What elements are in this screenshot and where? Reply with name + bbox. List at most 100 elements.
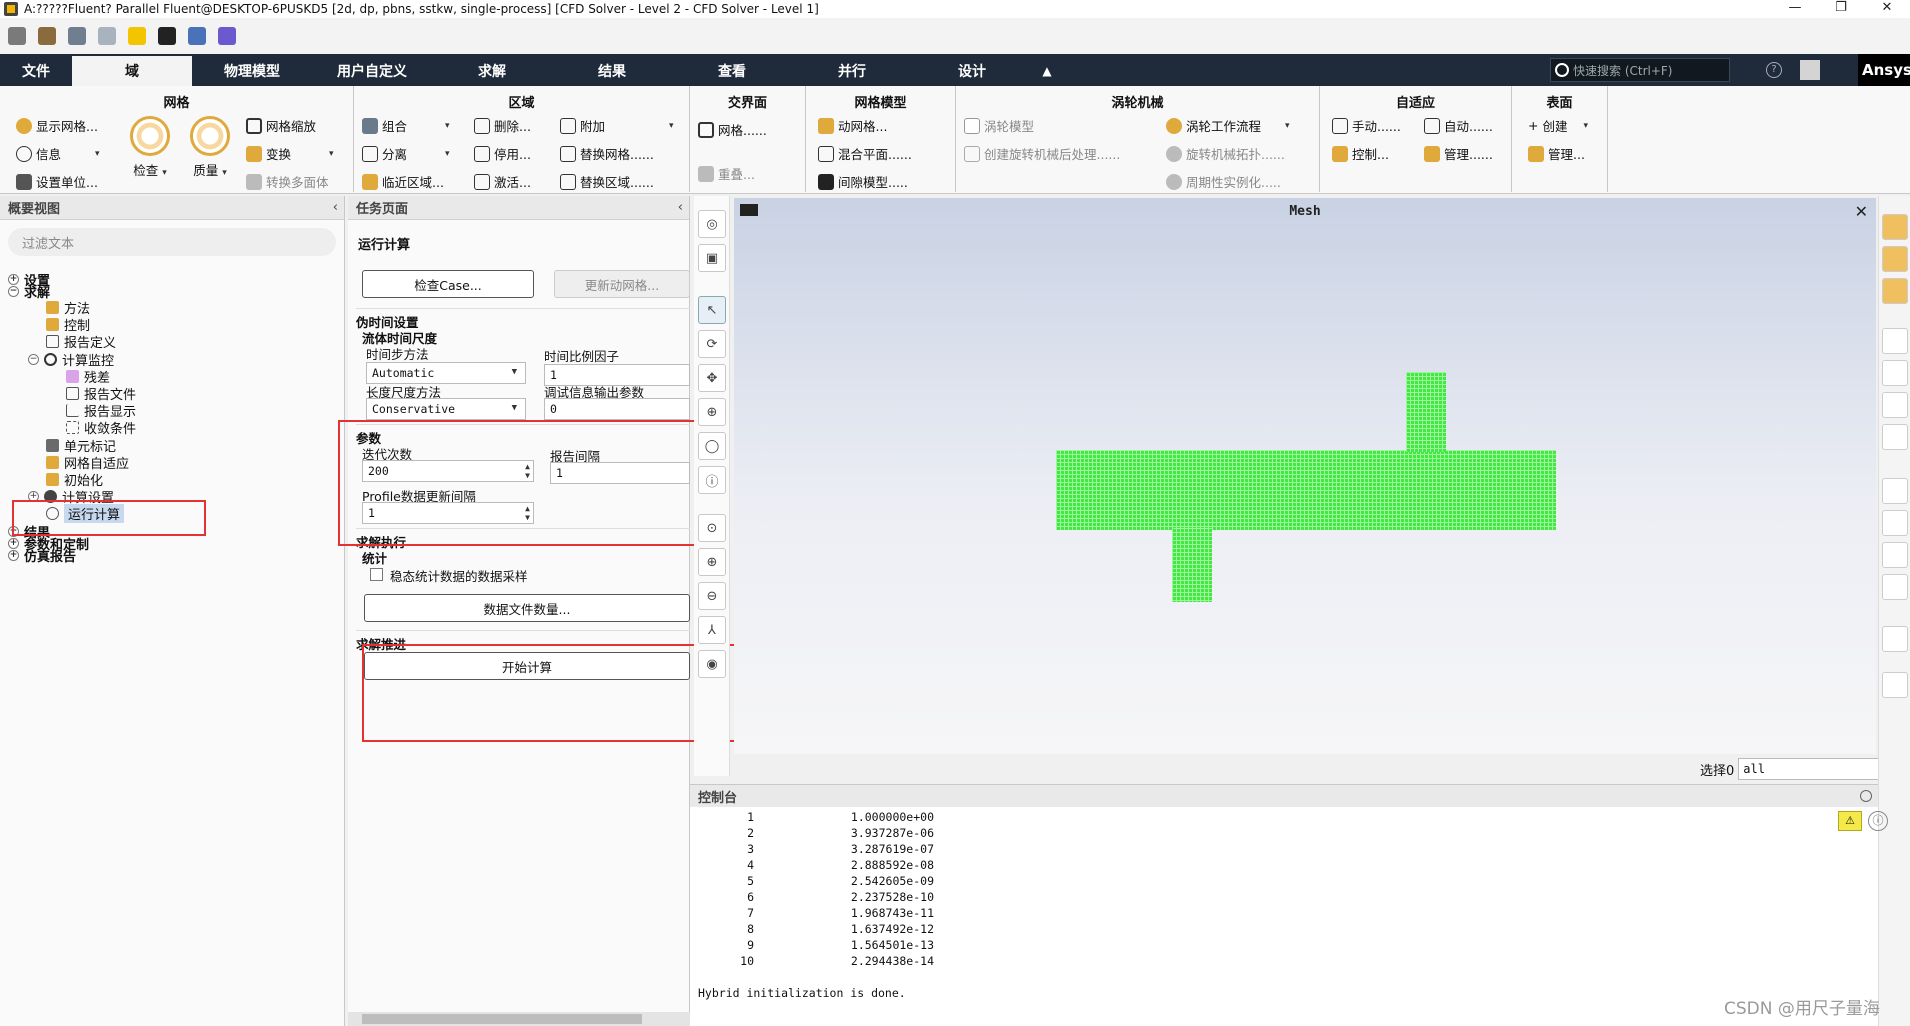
layout-icon[interactable] xyxy=(1882,574,1908,600)
adapt-controls-button[interactable]: 控制... xyxy=(1332,144,1389,163)
show-mesh-button[interactable]: 显示网格... xyxy=(16,116,98,135)
overlap-button[interactable]: 重叠... xyxy=(698,164,755,183)
tab-domain[interactable]: 域 xyxy=(72,56,192,86)
copy-icon[interactable] xyxy=(1882,392,1908,418)
append-button[interactable]: 附加 ▾ xyxy=(560,116,674,135)
axes-icon[interactable]: ⅄ xyxy=(698,616,726,644)
window-icon[interactable] xyxy=(1882,626,1908,652)
data-file-quantities-button[interactable]: 数据文件数量... xyxy=(364,594,690,622)
tab-file[interactable]: 文件 xyxy=(0,56,72,86)
quick-search-input[interactable]: 快速搜索 (Ctrl+F) xyxy=(1550,58,1730,82)
minimize-button[interactable]: — xyxy=(1772,0,1818,16)
tab-physics[interactable]: 物理模型 xyxy=(192,56,312,86)
collapse-icon[interactable]: − xyxy=(8,286,19,297)
selection-dropdown[interactable]: all xyxy=(1738,758,1899,780)
pointer-icon[interactable]: ↖ xyxy=(698,296,726,324)
zoom-area-icon[interactable]: ◯ xyxy=(698,432,726,460)
notes-icon[interactable] xyxy=(1882,542,1908,568)
undo-icon[interactable] xyxy=(1882,424,1908,450)
graphics-window[interactable]: Mesh ✕ xyxy=(734,198,1876,754)
collapse-ribbon-button[interactable]: ▲ xyxy=(1032,56,1062,86)
info-icon[interactable]: ⓘ xyxy=(698,466,726,494)
adapt-manage-button[interactable]: 管理...... xyxy=(1424,144,1493,163)
mixing-plane-button[interactable]: 混合平面...... xyxy=(818,144,912,163)
fit-icon[interactable]: ⊙ xyxy=(698,514,726,542)
pathline-icon[interactable] xyxy=(1882,278,1908,304)
mesh-quality-button[interactable]: 质量 ▾ xyxy=(190,116,230,179)
dynamic-mesh-button[interactable]: 动网格... xyxy=(818,116,887,135)
lightning-icon[interactable] xyxy=(128,27,146,45)
mesh-display-icon[interactable]: ◎ xyxy=(698,210,726,238)
tab-parallel[interactable]: 并行 xyxy=(792,56,912,86)
zoom-icon[interactable]: ⊕ xyxy=(698,398,726,426)
tree-simulation-report[interactable]: + 仿真报告 xyxy=(8,546,76,565)
update-dynamic-mesh-button[interactable]: 更新动网格... xyxy=(554,270,690,298)
replace-mesh-button[interactable]: 替换网格...... xyxy=(560,144,654,163)
remote-icon[interactable] xyxy=(188,27,206,45)
task-horizontal-scrollbar[interactable] xyxy=(348,1012,690,1026)
activate-button[interactable]: 激活... xyxy=(474,172,531,191)
time-step-method-select[interactable]: Automatic ▼ xyxy=(366,362,526,384)
transform-button[interactable]: 变换 ▾ xyxy=(246,144,334,163)
expand-icon[interactable]: + xyxy=(8,550,19,561)
open-icon[interactable] xyxy=(8,27,26,45)
warning-icon[interactable]: ⚠ xyxy=(1838,811,1862,831)
tree-report-definitions[interactable]: 报告定义 xyxy=(46,332,116,351)
collapse-icon[interactable]: − xyxy=(28,354,39,365)
console-output[interactable]: 1 1.000000e+00 2 3.937287e-06 3 3.287619e-07 4… xyxy=(690,807,1878,1003)
turbo-model-checkbox[interactable]: 涡轮模型 xyxy=(964,116,1034,135)
tab-solution[interactable]: 求解 xyxy=(432,56,552,86)
close-graphics-button[interactable]: ✕ xyxy=(1855,202,1868,221)
tree-solution[interactable]: − 求解 xyxy=(8,282,50,301)
scrollbar-thumb[interactable] xyxy=(362,1014,642,1024)
maximize-button[interactable]: ❐ xyxy=(1818,0,1864,16)
turbo-postprocess-button[interactable]: 创建旋转机械后处理...... xyxy=(964,144,1120,163)
tab-view[interactable]: 查看 xyxy=(672,56,792,86)
combine-button[interactable]: 组合 ▾ xyxy=(362,116,450,135)
tree-convergence[interactable]: 收敛条件 xyxy=(66,418,136,437)
data-sampling-checkbox[interactable] xyxy=(370,568,383,581)
close-button[interactable]: ✕ xyxy=(1864,0,1910,16)
verbosity-input[interactable]: 0 xyxy=(544,398,690,420)
save-icon[interactable] xyxy=(68,27,86,45)
set-units-button[interactable]: 设置单位... xyxy=(16,172,98,191)
turbo-topology-button[interactable]: 旋转机械拓扑...... xyxy=(1166,144,1285,163)
filter-input[interactable]: 过滤文本 xyxy=(8,228,336,256)
vector-icon[interactable] xyxy=(1882,246,1908,272)
check-mesh-button[interactable]: 检查 ▾ xyxy=(130,116,170,179)
tab-results[interactable]: 结果 xyxy=(552,56,672,86)
read-case-icon[interactable] xyxy=(38,27,56,45)
slider-icon[interactable] xyxy=(1882,510,1908,536)
gap-model-button[interactable]: 间隙模型..... xyxy=(818,172,908,191)
periodic-instance-button[interactable]: 周期性实例化..... xyxy=(1166,172,1281,191)
moe-icon[interactable] xyxy=(218,27,236,45)
convert-polyhedra-button[interactable]: 转换多面体 xyxy=(246,172,329,191)
delete-zone-button[interactable]: 删除... xyxy=(474,116,531,135)
adapt-manual-button[interactable]: 手动...... xyxy=(1332,116,1401,135)
panel-layout-icon[interactable] xyxy=(1800,60,1820,80)
help-icon[interactable]: ? xyxy=(1766,62,1782,78)
refresh-icon[interactable] xyxy=(98,27,116,45)
screenshot-icon[interactable]: ◉ xyxy=(698,650,726,678)
tab-design[interactable]: 设计 xyxy=(912,56,1032,86)
console-options-icon[interactable] xyxy=(1860,790,1872,802)
zoom-in-icon[interactable]: ⊕ xyxy=(698,548,726,576)
view-icon[interactable]: ▣ xyxy=(698,244,726,272)
adjacency-button[interactable]: 临近区域... xyxy=(362,172,444,191)
contour-icon[interactable] xyxy=(1882,214,1908,240)
manage-surface-button[interactable]: 管理... xyxy=(1528,144,1585,163)
rotate-icon[interactable]: ⟳ xyxy=(698,330,726,358)
length-scale-method-select[interactable]: Conservative ▼ xyxy=(366,398,526,420)
mesh-info-button[interactable]: 信息 ▾ xyxy=(16,144,100,163)
collapse-panel-icon[interactable]: ‹ xyxy=(333,200,338,215)
camera-icon[interactable] xyxy=(1882,672,1908,698)
plot-icon[interactable] xyxy=(1882,478,1908,504)
collapse-panel-icon[interactable]: ‹ xyxy=(678,200,683,215)
hide-icon[interactable] xyxy=(1882,360,1908,386)
scale-mesh-button[interactable]: 网格缩放 xyxy=(246,116,316,135)
adapt-auto-button[interactable]: 自动...... xyxy=(1424,116,1493,135)
replace-zone-button[interactable]: 替换区域...... xyxy=(560,172,654,191)
zoom-out-icon[interactable]: ⊖ xyxy=(698,582,726,610)
pan-icon[interactable]: ✥ xyxy=(698,364,726,392)
create-surface-button[interactable]: + 创建 ▾ xyxy=(1528,116,1588,135)
